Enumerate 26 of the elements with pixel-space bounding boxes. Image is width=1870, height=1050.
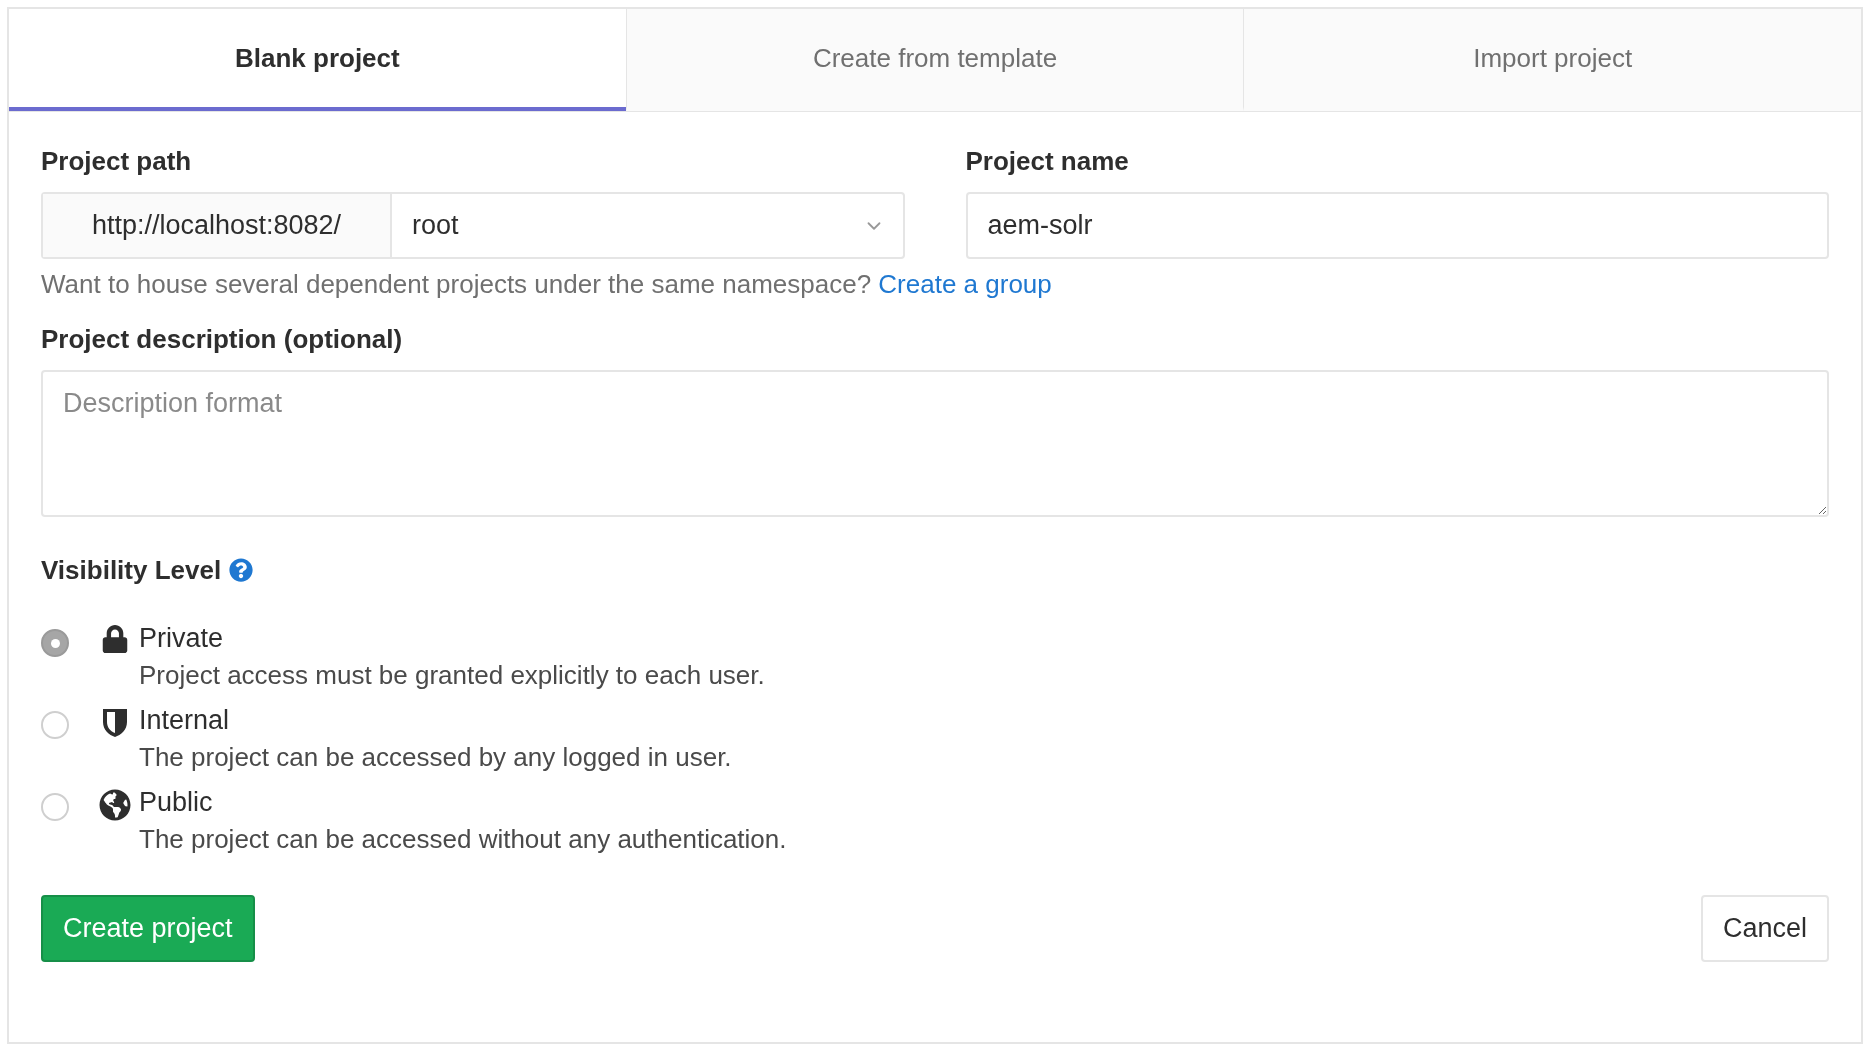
url-prefix: http://localhost:8082/ [43,194,392,257]
globe-icon [99,789,131,821]
create-group-link[interactable]: Create a group [878,269,1052,299]
help-icon[interactable] [229,558,254,582]
tab[interactable]: Create from template [625,9,1244,111]
option-description: The project can be accessed without any authentication. [139,824,788,855]
option-label: Internal [139,705,231,736]
field-label: Project description (optional) [41,322,404,356]
cancel-button[interactable]: Cancel [1700,895,1829,962]
help-text: Want to house several dependent projects under the same namespace? Create a group [41,269,1053,300]
field-label: Visibility Level [41,554,222,586]
option-description: Project access must be granted explicitly to each user. [139,660,766,691]
radio-button[interactable] [41,629,69,657]
option-label: Private [139,623,225,654]
option-label: Public [139,787,214,818]
shield-icon [101,707,129,739]
input-field[interactable]: aem-solr [965,192,1829,259]
tab[interactable]: Import project [1243,9,1861,111]
field-label: Project name [965,144,1130,178]
lock-icon [101,625,129,653]
radio-button[interactable] [41,793,69,821]
option-description: The project can be accessed by any logged in user. [139,742,733,773]
field-label: Project path [41,144,193,178]
radio-button[interactable] [41,711,69,739]
description-field[interactable]: Description format [41,370,1829,517]
namespace-dropdown[interactable]: root [392,194,903,257]
